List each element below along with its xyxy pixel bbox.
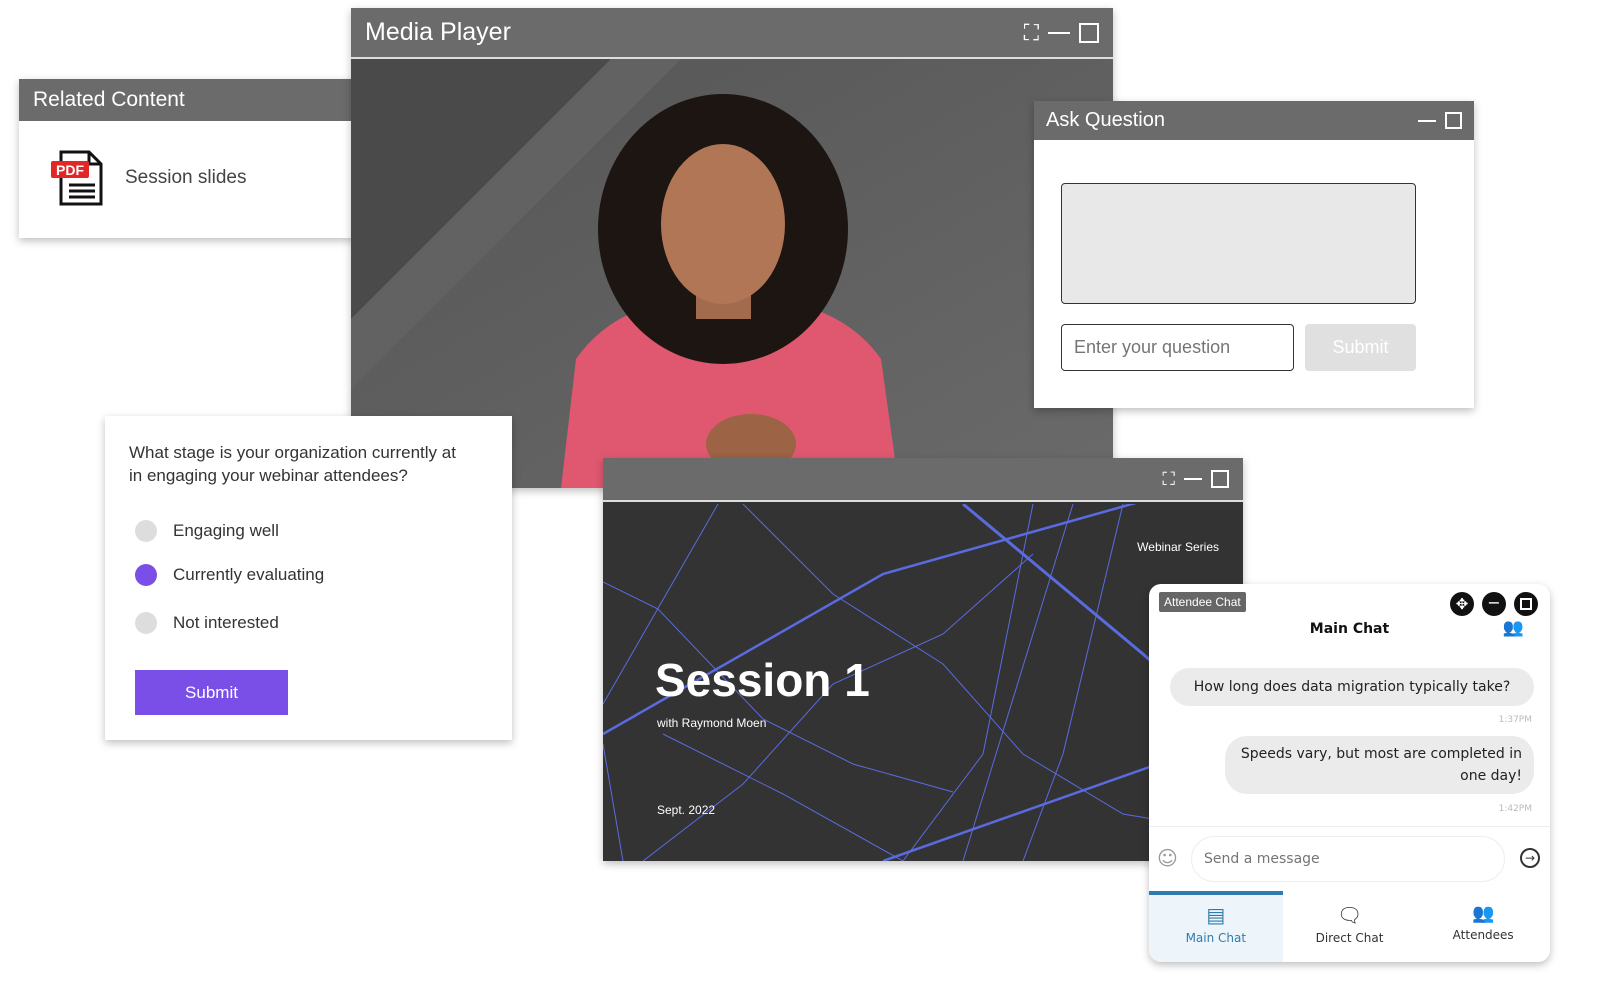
- poll-option-currently-evaluating[interactable]: Currently evaluating: [135, 564, 324, 586]
- calendar-icon: ▤: [1206, 903, 1226, 927]
- minimize-button[interactable]: −: [1482, 592, 1506, 616]
- ask-question-window: Ask Question Submit: [1034, 101, 1474, 408]
- slides-titlebar: ⛶: [603, 458, 1243, 502]
- option-label: Currently evaluating: [173, 565, 325, 584]
- emoji-icon[interactable]: ☺: [1157, 846, 1178, 870]
- related-content-panel: Related Content PDF Session slides: [19, 79, 359, 238]
- chat-tabs: ▤ Main Chat 🗨 Direct Chat 👥 Attendees: [1149, 891, 1550, 962]
- question-display-area: [1061, 183, 1416, 304]
- chat-message: Speeds vary, but most are completed in o…: [1225, 736, 1534, 794]
- poll-question: What stage is your organization currentl…: [129, 443, 456, 485]
- ask-question-titlebar: Ask Question: [1034, 101, 1474, 140]
- maximize-button[interactable]: [1211, 470, 1229, 488]
- slide-subtitle: with Raymond Moen: [657, 716, 767, 730]
- window-title: Media Player: [365, 18, 511, 46]
- poll-panel: What stage is your organization currentl…: [105, 416, 512, 740]
- pdf-badge: PDF: [56, 162, 84, 178]
- minimize-button[interactable]: [1048, 31, 1070, 34]
- chat-message: How long does data migration typically t…: [1170, 668, 1534, 706]
- pdf-icon: PDF: [51, 150, 103, 206]
- send-icon[interactable]: →: [1520, 848, 1540, 868]
- slide-title: Session 1: [655, 654, 870, 706]
- radio-button[interactable]: [135, 612, 157, 634]
- tab-label: Direct Chat: [1315, 931, 1384, 945]
- slide-series-label: Webinar Series: [1137, 540, 1219, 554]
- slides-window: ⛶ Webinar Series Session 1 with Raymond …: [603, 458, 1243, 861]
- message-time: 1:37PM: [1498, 715, 1532, 725]
- chat-badge: Attendee Chat: [1159, 592, 1246, 612]
- maximize-button[interactable]: [1514, 592, 1538, 616]
- slide-date: Sept. 2022: [657, 803, 716, 817]
- question-input[interactable]: [1061, 324, 1294, 371]
- option-label: Not interested: [173, 613, 279, 632]
- tab-attendees[interactable]: 👥 Attendees: [1416, 891, 1550, 962]
- participants-icon[interactable]: 👥: [1503, 618, 1524, 638]
- fullscreen-icon[interactable]: ⛶: [1024, 20, 1039, 46]
- radio-button-selected[interactable]: [135, 564, 157, 586]
- session-slides-link[interactable]: PDF Session slides: [19, 121, 359, 235]
- poll-option-engaging-well[interactable]: Engaging well: [135, 520, 279, 542]
- window-title: Ask Question: [1046, 109, 1165, 131]
- option-label: Engaging well: [173, 521, 279, 540]
- poll-submit-button[interactable]: Submit: [135, 670, 288, 715]
- chat-title: Main Chat: [1309, 621, 1390, 637]
- fullscreen-icon[interactable]: ⛶: [1162, 469, 1175, 490]
- minimize-button[interactable]: [1184, 478, 1202, 480]
- panel-title: Related Content: [33, 88, 185, 111]
- radio-button[interactable]: [135, 520, 157, 542]
- tab-direct-chat[interactable]: 🗨 Direct Chat: [1283, 891, 1417, 962]
- related-content-titlebar: Related Content: [19, 79, 359, 121]
- maximize-button[interactable]: [1079, 22, 1099, 43]
- attendee-chat-panel: Attendee Chat ✥ − Main Chat 👥 How long d…: [1149, 584, 1550, 962]
- session-slides-label: Session slides: [125, 167, 247, 188]
- tab-main-chat[interactable]: ▤ Main Chat: [1149, 891, 1283, 962]
- chat-bubble-icon: 🗨: [1336, 903, 1363, 927]
- message-time: 1:42PM: [1498, 804, 1532, 814]
- minimize-button[interactable]: [1418, 119, 1436, 122]
- ask-submit-button[interactable]: Submit: [1305, 324, 1416, 371]
- move-icon[interactable]: ✥: [1450, 592, 1474, 616]
- people-icon: 👥: [1471, 903, 1495, 924]
- tab-label: Main Chat: [1185, 931, 1247, 945]
- poll-option-not-interested[interactable]: Not interested: [135, 612, 279, 634]
- maximize-button[interactable]: [1445, 112, 1462, 129]
- tab-label: Attendees: [1452, 928, 1514, 942]
- media-player-titlebar: Media Player ⛶: [351, 8, 1113, 59]
- message-input[interactable]: [1191, 836, 1505, 882]
